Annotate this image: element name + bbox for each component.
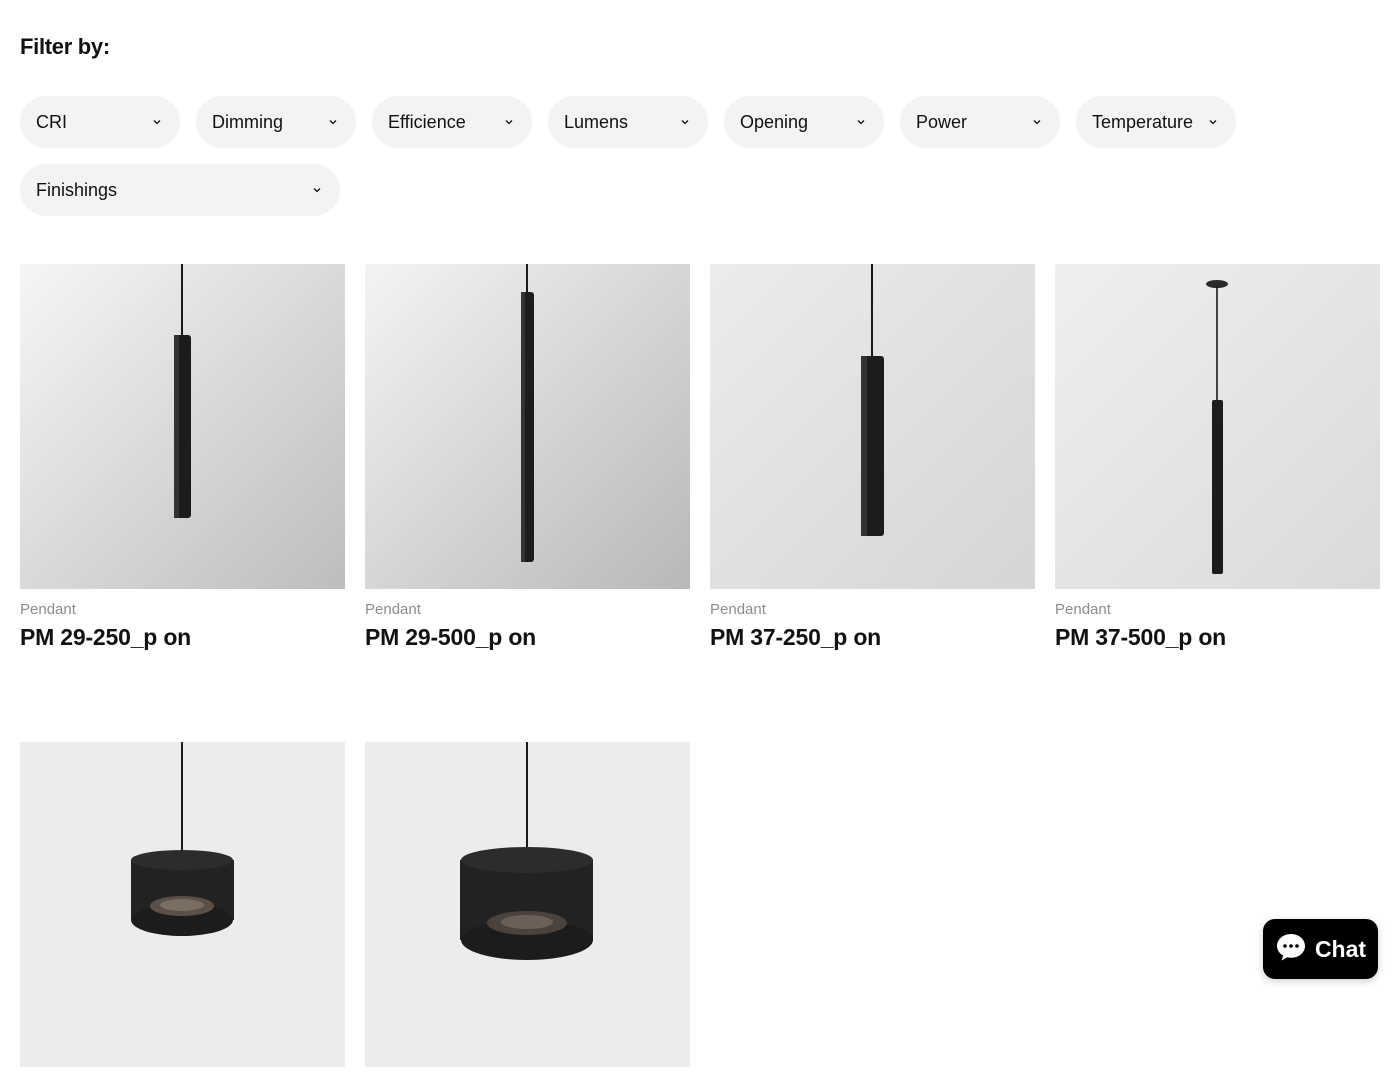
product-card[interactable] <box>20 742 345 1079</box>
product-title[interactable]: PM 29-250_p on <box>20 624 345 651</box>
filter-label: Finishings <box>36 179 118 200</box>
product-card[interactable] <box>365 742 690 1079</box>
product-title[interactable]: PM 29-500_p on <box>365 624 690 651</box>
filter-label: Dimming <box>212 111 284 132</box>
product-category: Pendant <box>1055 601 1111 618</box>
filter-temperature-dropdown[interactable]: Temperature <box>1076 96 1236 148</box>
product-title[interactable]: PM 37-250_p on <box>710 624 1035 651</box>
filter-label: Power <box>916 111 968 132</box>
product-card[interactable]: Pendant PM 29-500_p on <box>365 264 690 651</box>
tall-slim-pendant-lamp <box>20 264 345 589</box>
filter-heading: Filter by: <box>20 34 110 59</box>
chevron-down-icon <box>326 115 340 129</box>
filter-efficience-dropdown[interactable]: Efficience <box>372 96 532 148</box>
product-category: Pendant <box>365 601 421 618</box>
filter-power-dropdown[interactable]: Power <box>900 96 1060 148</box>
product-title[interactable]: PM 37-500_p on <box>1055 624 1380 651</box>
wide-tube-pendant-lamp <box>710 264 1035 589</box>
product-card[interactable]: Pendant PM 37-500_p on <box>1055 264 1380 651</box>
extra-tall-slim-pendant-lamp <box>365 264 690 589</box>
product-category: Pendant <box>20 601 76 618</box>
product-category: Pendant <box>710 601 766 618</box>
small-drum-pendant-lamp <box>20 742 345 1067</box>
large-drum-pendant-lamp <box>365 742 690 1067</box>
chevron-down-icon <box>854 115 868 129</box>
product-image[interactable] <box>20 742 345 1067</box>
product-image[interactable] <box>1055 264 1380 589</box>
chat-label: Chat <box>1314 935 1367 962</box>
filter-dimming-dropdown[interactable]: Dimming <box>196 96 356 148</box>
long-tube-pendant-with-canopy <box>1055 264 1380 589</box>
filter-label: Temperature <box>1092 111 1194 132</box>
filter-lumens-dropdown[interactable]: Lumens <box>548 96 708 148</box>
product-card[interactable]: Pendant PM 29-250_p on <box>20 264 345 651</box>
chat-button[interactable]: Chat <box>1263 919 1378 979</box>
chevron-down-icon <box>1030 115 1044 129</box>
filter-finishings-dropdown[interactable]: Finishings <box>20 164 340 216</box>
chevron-down-icon <box>310 183 324 197</box>
product-image[interactable] <box>365 742 690 1067</box>
filter-label: Efficience <box>388 111 466 132</box>
chevron-down-icon <box>150 115 164 129</box>
filter-opening-dropdown[interactable]: Opening <box>724 96 884 148</box>
chevron-down-icon <box>678 115 692 129</box>
product-image[interactable] <box>20 264 345 589</box>
chat-bubble-icon <box>1275 932 1307 967</box>
chevron-down-icon <box>1206 115 1220 129</box>
product-image[interactable] <box>710 264 1035 589</box>
chevron-down-icon <box>502 115 516 129</box>
filter-label: CRI <box>36 111 67 132</box>
filter-cri-dropdown[interactable]: CRI <box>20 96 180 148</box>
filter-label: Lumens <box>564 111 629 132</box>
product-card[interactable]: Pendant PM 37-250_p on <box>710 264 1035 651</box>
filter-label: Opening <box>740 111 809 132</box>
product-image[interactable] <box>365 264 690 589</box>
